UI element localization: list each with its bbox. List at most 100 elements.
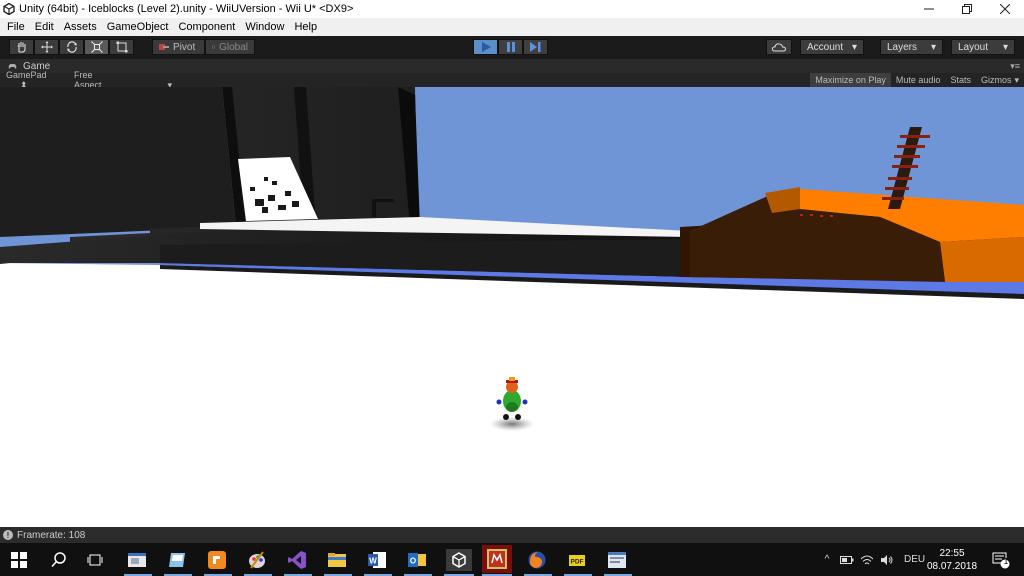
system-tray: ^ DEU <box>820 543 925 576</box>
window-app-icon <box>608 552 626 568</box>
account-label: Account <box>807 41 844 53</box>
stats-toggle[interactable]: Stats <box>945 73 976 87</box>
taskbar-app-word[interactable]: W <box>366 549 388 571</box>
status-bar: ! Framerate: 108 <box>0 527 1024 543</box>
scale-tool-button[interactable] <box>84 39 109 55</box>
pivot-icon <box>159 44 169 50</box>
search-icon <box>51 552 66 568</box>
svg-text:PDF: PDF <box>571 559 584 566</box>
firefox-icon <box>528 551 546 569</box>
game-view[interactable] <box>0 87 1024 527</box>
task-view-icon <box>87 554 103 566</box>
taskbar-clock[interactable]: 22:55 08.07.2018 <box>922 547 982 573</box>
rect-tool-button[interactable] <box>109 39 134 55</box>
action-center-button[interactable]: 1 <box>990 549 1012 571</box>
search-button[interactable] <box>48 549 70 571</box>
visual-studio-icon <box>288 551 306 569</box>
title-bar: Unity (64bit) - Iceblocks (Level 2).unit… <box>0 0 1024 18</box>
account-dropdown[interactable]: Account ▾ <box>800 39 864 55</box>
menu-assets[interactable]: Assets <box>59 21 102 33</box>
outlook-icon: O <box>408 553 426 567</box>
mute-audio-toggle[interactable]: Mute audio <box>891 73 946 87</box>
taskbar-app-paint[interactable] <box>246 549 268 571</box>
menu-help[interactable]: Help <box>289 21 322 33</box>
taskbar-app-visual-studio[interactable] <box>286 549 308 571</box>
maximize-on-play-toggle[interactable]: Maximize on Play <box>810 73 891 87</box>
unity-logo-icon <box>3 3 15 15</box>
restore-icon <box>962 4 972 14</box>
dropdown-arrow-icon: ▾ <box>1002 41 1008 53</box>
rect-tool-icon <box>116 41 127 53</box>
pivot-label: Pivot <box>173 41 196 53</box>
orange-platform-front <box>940 237 1024 282</box>
taskbar-app-game[interactable] <box>482 545 512 573</box>
rotate-icon <box>66 41 77 53</box>
playback-controls <box>473 39 548 55</box>
taskbar-app-window[interactable] <box>606 549 628 571</box>
start-button[interactable] <box>8 549 30 571</box>
restore-button[interactable] <box>948 0 986 18</box>
svg-text:O: O <box>410 557 416 566</box>
taskbar-app-pdf[interactable]: PDF <box>566 549 588 571</box>
menu-gameobject[interactable]: GameObject <box>102 21 174 33</box>
tower-left-block <box>0 87 236 237</box>
window-app-icon <box>128 553 146 567</box>
volume-icon[interactable] <box>880 554 894 566</box>
taskbar-app-outlook[interactable]: O <box>406 549 428 571</box>
move-icon <box>40 41 53 53</box>
pivot-toggle[interactable]: Pivot <box>152 39 205 55</box>
taskbar-app-notes[interactable] <box>166 549 188 571</box>
notification-count: 1 <box>1003 557 1009 566</box>
taskbar-app-orange[interactable] <box>206 549 228 571</box>
menu-file[interactable]: File <box>2 21 30 33</box>
wifi-icon[interactable] <box>860 554 874 566</box>
task-view-button[interactable] <box>84 549 106 571</box>
hand-tool-button[interactable] <box>9 39 34 55</box>
main-toolbar: Pivot Global Account ▾ Layers ▾ Layout ▾ <box>0 36 1024 59</box>
taskbar-app-explorer-alt[interactable] <box>126 549 148 571</box>
step-button[interactable] <box>523 39 548 55</box>
menu-edit[interactable]: Edit <box>30 21 59 33</box>
pause-icon <box>506 42 515 52</box>
clock-time: 22:55 <box>939 548 965 559</box>
close-icon <box>1000 4 1010 14</box>
rotate-tool-button[interactable] <box>59 39 84 55</box>
close-button[interactable] <box>986 0 1024 18</box>
dropdown-arrow-icon: ▾ <box>1014 74 1019 85</box>
dropdown-arrow-icon: ▾ <box>851 41 857 53</box>
display-label: GamePad <box>6 69 47 80</box>
menu-component[interactable]: Component <box>173 21 240 33</box>
cloud-icon <box>772 42 786 51</box>
transform-tools <box>9 39 134 55</box>
layers-dropdown[interactable]: Layers ▾ <box>880 39 943 55</box>
taskbar-app-firefox[interactable] <box>526 549 548 571</box>
pause-button[interactable] <box>498 39 523 55</box>
global-toggle[interactable]: Global <box>205 39 255 55</box>
game-scene[interactable] <box>0 87 1024 527</box>
scale-icon <box>90 41 103 53</box>
game-view-toolbar: GamePad ⬍ Free Aspect ▾ Maximize on Play … <box>0 69 1024 90</box>
minimize-button[interactable] <box>910 0 948 18</box>
gizmos-dropdown[interactable]: Gizmos ▾ <box>976 73 1024 87</box>
battery-icon[interactable] <box>840 555 854 565</box>
step-icon <box>530 42 541 52</box>
chevron-up-icon[interactable]: ^ <box>820 554 834 565</box>
folder-icon <box>328 553 346 567</box>
dropdown-arrow-icon: ▾ <box>930 41 936 53</box>
move-tool-button[interactable] <box>34 39 59 55</box>
tab-menu-icon[interactable]: ▾≡ <box>1010 61 1020 72</box>
collab-cloud-button[interactable] <box>766 39 792 55</box>
windows-taskbar: W O PDF ^ DEU 22:55 08.07.2018 1 <box>0 543 1024 576</box>
note-app-icon <box>169 553 185 567</box>
menu-bar: File Edit Assets GameObject Component Wi… <box>0 18 1024 36</box>
windows-logo-icon <box>11 552 27 568</box>
layout-dropdown[interactable]: Layout ▾ <box>951 39 1015 55</box>
game-app-icon <box>487 549 507 569</box>
globe-icon <box>212 45 216 49</box>
taskbar-app-unity[interactable] <box>446 549 472 571</box>
play-button[interactable] <box>473 39 498 55</box>
menu-window[interactable]: Window <box>240 21 289 33</box>
gizmos-label: Gizmos <box>980 75 1012 85</box>
orange-app-icon <box>208 551 226 569</box>
taskbar-app-file-explorer[interactable] <box>326 549 348 571</box>
